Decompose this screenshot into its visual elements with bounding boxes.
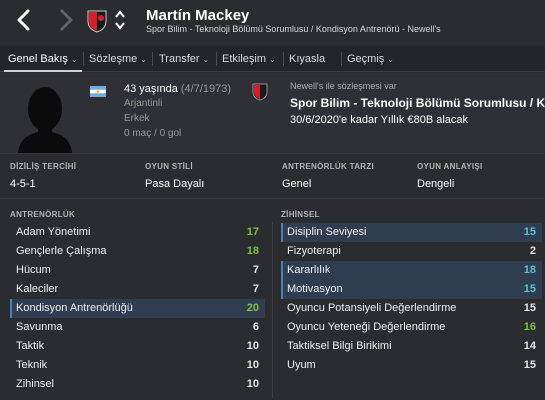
attribute-name: Taktiksel Bilgi Birikimi bbox=[287, 340, 392, 352]
attribute-name: Hücum bbox=[16, 264, 51, 276]
attribute-row[interactable]: Zihinsel 10 bbox=[10, 375, 265, 394]
attribute-value: 20 bbox=[246, 302, 259, 314]
attribute-value: 17 bbox=[246, 226, 259, 238]
tab-bar: Genel Bakış ⌄ Sözleşme ⌄ Transfer ⌄ Etkileş… bbox=[0, 46, 545, 72]
attribute-name: Adam Yönetimi bbox=[16, 226, 91, 238]
style-value: Pasa Dayalı bbox=[145, 178, 205, 190]
attribute-value: 2 bbox=[529, 245, 536, 257]
attribute-row[interactable]: Adam Yönetimi 17 bbox=[10, 223, 265, 242]
attribute-row[interactable]: Taktik 10 bbox=[10, 337, 265, 356]
attribute-row[interactable]: Motivasyon 15 bbox=[281, 280, 542, 299]
attribute-name: Teknik bbox=[16, 359, 48, 371]
attribute-name: Taktik bbox=[16, 340, 45, 352]
tab-divider bbox=[283, 52, 284, 66]
attribute-value: 14 bbox=[523, 340, 536, 352]
attribute-row[interactable]: Teknik 10 bbox=[10, 356, 265, 375]
club-crest-icon[interactable] bbox=[252, 83, 268, 101]
attribute-value: 7 bbox=[252, 283, 259, 295]
tab-divider bbox=[341, 52, 342, 66]
style-value: Dengeli bbox=[417, 178, 455, 190]
attribute-value: 18 bbox=[523, 264, 536, 276]
styles-row: DİZİLİŞ TERCİHİ 4-5-1 OYUN STİLİ Pasa Da… bbox=[0, 153, 545, 199]
attribute-value: 18 bbox=[246, 245, 259, 257]
attribute-value: 15 bbox=[523, 226, 536, 238]
attribute-name: Motivasyon bbox=[287, 283, 343, 295]
age-text: 43 yaşında (4/7/1973) bbox=[124, 83, 232, 95]
style-heading: DİZİLİŞ TERCİHİ bbox=[10, 162, 77, 171]
style-heading: OYUN ANLAYIŞI bbox=[417, 162, 483, 171]
attribute-row[interactable]: Uyum 15 bbox=[281, 356, 542, 375]
attribute-value: 15 bbox=[523, 283, 536, 295]
attribute-name: Fizyoterapi bbox=[287, 245, 341, 257]
attribute-name: Kaleciler bbox=[16, 283, 59, 295]
attribute-row[interactable]: Gençlerle Çalışma 18 bbox=[10, 242, 265, 261]
person-silhouette-icon bbox=[18, 87, 72, 153]
attribute-row[interactable]: Oyuncu Yeteneği Değerlendirme 16 bbox=[281, 318, 542, 337]
coaching-heading: ANTRENÖRLÜK bbox=[10, 210, 76, 219]
contract-role: Spor Bilim - Teknoloji Bölümü Sorumlusu … bbox=[290, 96, 545, 110]
attribute-row[interactable]: Kararlılık 18 bbox=[281, 261, 542, 280]
attribute-value: 15 bbox=[523, 359, 536, 371]
attribute-value: 16 bbox=[523, 321, 536, 333]
tab-transfer[interactable]: Transfer ⌄ bbox=[159, 46, 209, 72]
attribute-value: 7 bbox=[252, 264, 259, 276]
style-heading: OYUN STİLİ bbox=[145, 162, 193, 171]
attribute-name: Oyuncu Potansiyeli Değerlendirme bbox=[287, 302, 457, 314]
attribute-name: Savunma bbox=[16, 321, 63, 333]
profile-panel bbox=[0, 73, 545, 153]
style-heading: ANTRENÖRLÜK TARZI bbox=[282, 162, 375, 171]
attribute-row[interactable]: Kaleciler 7 bbox=[10, 280, 265, 299]
attribute-row[interactable]: Savunma 6 bbox=[10, 318, 265, 337]
chevron-down-icon: ⌄ bbox=[387, 55, 394, 64]
argentina-flag-icon bbox=[90, 86, 106, 97]
attribute-name: Disiplin Seviyesi bbox=[287, 226, 367, 238]
attribute-row[interactable]: Kondisyon Antrenörlüğü 20 bbox=[10, 299, 265, 318]
tab-divider bbox=[83, 52, 84, 66]
tab-sozlesme[interactable]: Sözleşme ⌄ bbox=[89, 46, 147, 72]
contract-label: Newell's ile sözleşmesi var bbox=[290, 81, 397, 91]
up-down-icon[interactable] bbox=[114, 9, 126, 31]
contract-term: 30/6/2020'e kadar Yıllık €80B alacak bbox=[290, 114, 469, 126]
tab-gecmis[interactable]: Geçmiş ⌄ bbox=[347, 46, 394, 72]
attribute-value: 15 bbox=[523, 302, 536, 314]
attribute-value: 10 bbox=[246, 359, 259, 371]
style-value: Genel bbox=[282, 178, 312, 190]
tab-genel-bakis[interactable]: Genel Bakış ⌄ bbox=[4, 46, 82, 72]
appearances: 0 maç / 0 gol bbox=[124, 128, 182, 139]
attribute-value: 6 bbox=[252, 321, 259, 333]
chevron-down-icon: ⌄ bbox=[140, 55, 147, 64]
chevron-right-icon[interactable] bbox=[56, 8, 76, 32]
attribute-name: Kondisyon Antrenörlüğü bbox=[16, 302, 133, 314]
header-bar: Martín Mackey Spor Bilim - Teknoloji Böl… bbox=[0, 0, 545, 40]
person-subtitle: Spor Bilim - Teknoloji Bölümü Sorumlusu … bbox=[146, 24, 441, 34]
chevron-down-icon: ⌄ bbox=[202, 55, 210, 64]
chevron-down-icon: ⌄ bbox=[269, 55, 276, 64]
column-divider bbox=[272, 222, 273, 398]
gender: Erkek bbox=[124, 113, 150, 124]
attribute-name: Oyuncu Yeteneği Değerlendirme bbox=[287, 321, 446, 333]
attribute-name: Gençlerle Çalışma bbox=[16, 245, 107, 257]
attribute-value: 10 bbox=[246, 340, 259, 352]
attribute-row[interactable]: Taktiksel Bilgi Birikimi 14 bbox=[281, 337, 542, 356]
tab-etkilesim[interactable]: Etkileşim ⌄ bbox=[222, 46, 276, 72]
club-crest-icon[interactable] bbox=[86, 9, 108, 33]
nationality: Arjantinli bbox=[124, 98, 163, 109]
tab-divider bbox=[216, 52, 217, 66]
attribute-value: 10 bbox=[246, 378, 259, 390]
attribute-name: Zihinsel bbox=[16, 378, 54, 390]
mental-heading: ZİHİNSEL bbox=[281, 210, 320, 219]
attribute-row[interactable]: Oyuncu Potansiyeli Değerlendirme 15 bbox=[281, 299, 542, 318]
tab-divider bbox=[152, 52, 153, 66]
chevron-left-icon[interactable] bbox=[14, 8, 34, 32]
style-value: 4-5-1 bbox=[10, 178, 36, 190]
attribute-row[interactable]: Disiplin Seviyesi 15 bbox=[281, 223, 542, 242]
date-of-birth: (4/7/1973) bbox=[180, 83, 232, 95]
person-name: Martín Mackey bbox=[146, 7, 250, 24]
attribute-row[interactable]: Hücum 7 bbox=[10, 261, 265, 280]
attribute-name: Kararlılık bbox=[287, 264, 331, 276]
attribute-name: Uyum bbox=[287, 359, 316, 371]
chevron-down-icon: ⌄ bbox=[70, 55, 78, 64]
attribute-row[interactable]: Fizyoterapi 2 bbox=[281, 242, 542, 261]
tab-kiyasla[interactable]: Kıyasla bbox=[289, 46, 325, 72]
